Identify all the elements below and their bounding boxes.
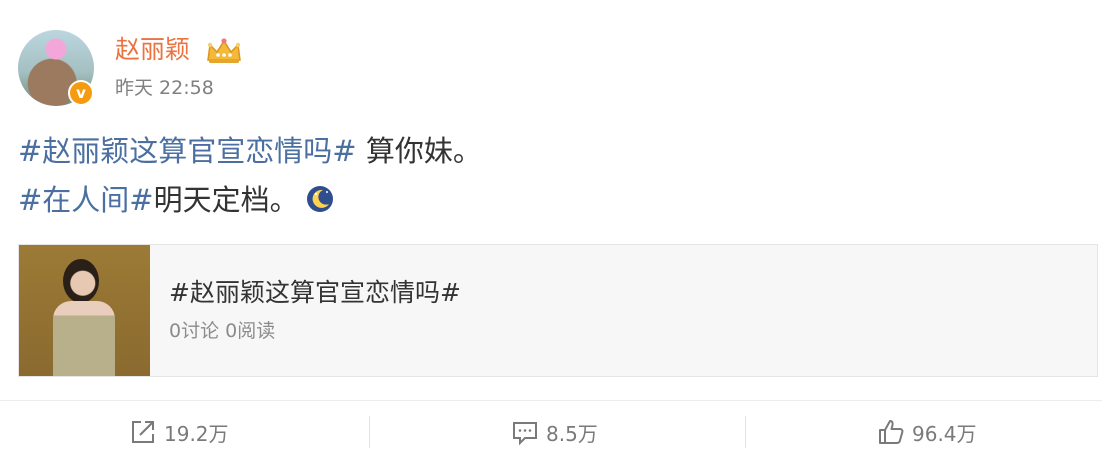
action-separator <box>745 416 746 448</box>
hashtag-link[interactable]: #在人间# <box>18 183 154 217</box>
verified-badge-icon: v <box>68 80 94 106</box>
like-button[interactable]: 96.4万 <box>876 412 977 452</box>
hashtag-link[interactable]: #赵丽颖这算官宣恋情吗# <box>18 134 357 168</box>
repost-button[interactable]: 19.2万 <box>128 412 229 452</box>
weibo-post: v 赵丽颖 昨天 22:58 #赵丽颖这算官宣恋情吗# 算你妹。 #在人间#明天… <box>0 0 1102 457</box>
footer-divider <box>0 400 1102 401</box>
comment-button[interactable]: 8.5万 <box>510 412 598 452</box>
topic-title[interactable]: #赵丽颖这算官宣恋情吗# <box>169 277 461 309</box>
like-count: 96.4万 <box>912 421 977 446</box>
author-name[interactable]: 赵丽颖 <box>115 34 190 66</box>
crown-icon[interactable] <box>204 36 244 66</box>
topic-card[interactable]: #赵丽颖这算官宣恋情吗# 0讨论 0阅读 <box>18 244 1098 377</box>
share-icon <box>132 421 154 443</box>
action-separator <box>369 416 370 448</box>
moon-icon <box>306 186 333 212</box>
post-text-line-2: #在人间#明天定档。 <box>18 182 335 218</box>
repost-count: 19.2万 <box>164 421 229 446</box>
topic-thumbnail <box>19 245 150 376</box>
comment-count: 8.5万 <box>546 421 598 446</box>
post-text: 明天定档。 <box>153 183 299 217</box>
post-timestamp[interactable]: 昨天 22:58 <box>115 76 214 100</box>
post-text-line-1: #赵丽颖这算官宣恋情吗# 算你妹。 <box>18 133 482 169</box>
thumbs-up-icon <box>879 420 904 444</box>
topic-stats: 0讨论 0阅读 <box>169 320 276 342</box>
post-text: 算你妹。 <box>356 134 482 168</box>
comment-icon <box>513 422 537 446</box>
